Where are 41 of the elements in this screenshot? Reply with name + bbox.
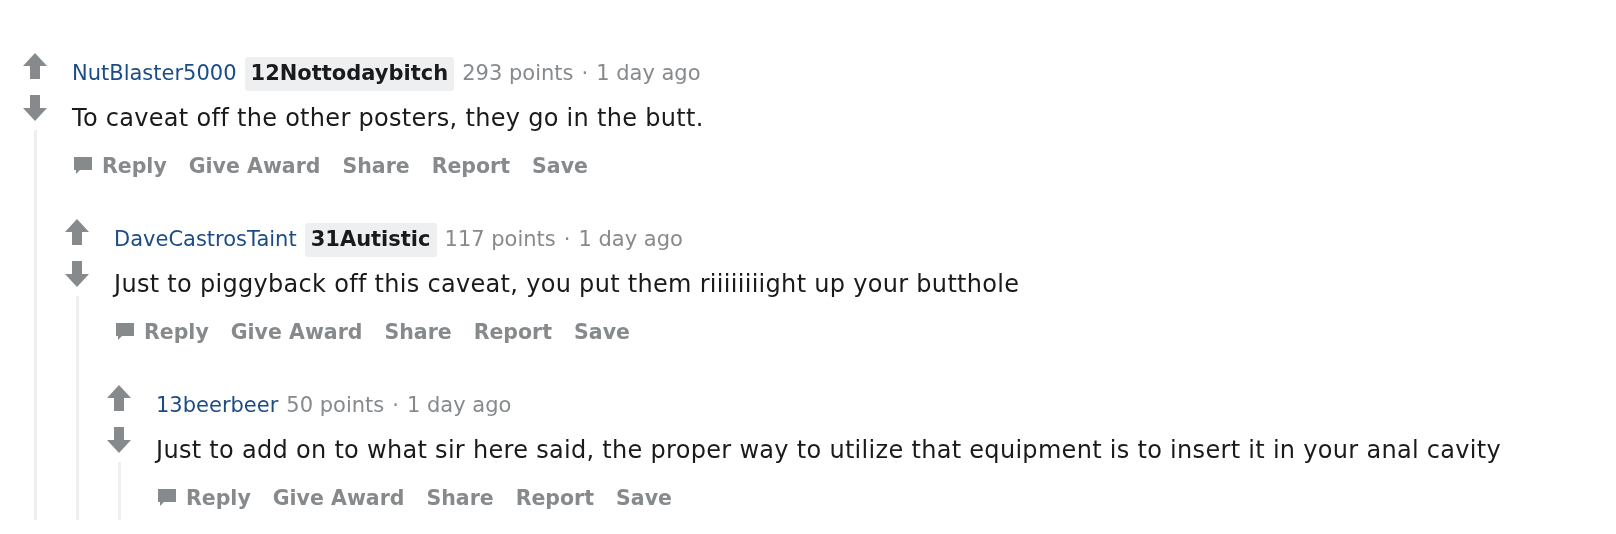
upvote-icon[interactable] xyxy=(22,52,48,80)
comment-icon xyxy=(114,321,136,343)
action-button[interactable]: Save xyxy=(566,312,638,352)
downvote-icon[interactable] xyxy=(64,260,90,288)
points-text: 117 points xyxy=(444,226,556,254)
action-button[interactable]: Save xyxy=(608,478,680,518)
points-text: 293 points xyxy=(462,60,574,88)
username-link[interactable]: 13beerbeer xyxy=(156,390,279,422)
separator-dot: · xyxy=(563,226,571,254)
username-link[interactable]: DaveCastrosTaint xyxy=(114,224,297,256)
user-flair: 12Nottodaybitch xyxy=(244,57,455,91)
separator-dot: · xyxy=(581,60,589,88)
action-button[interactable]: Save xyxy=(524,146,596,186)
username-link[interactable]: NutBlaster5000 xyxy=(72,58,237,90)
timestamp: 1 day ago xyxy=(596,60,701,88)
comment-text: Just to piggyback off this caveat, you put them riiiiiiiight up your butthole xyxy=(114,269,1021,300)
action-button[interactable]: Report xyxy=(423,146,519,186)
action-button[interactable]: Give Award xyxy=(222,312,371,352)
action-button[interactable]: Report xyxy=(507,478,603,518)
points-text: 50 points xyxy=(286,392,385,420)
action-button[interactable]: Share xyxy=(376,312,460,352)
downvote-icon[interactable] xyxy=(106,426,132,454)
upvote-icon[interactable] xyxy=(106,384,132,412)
action-button[interactable]: Reply xyxy=(148,478,259,518)
comment-text: Just to add on to what sir here said, the proper way to utilize that equipment is to insert it in your anal cavity xyxy=(156,435,1502,466)
action-button[interactable]: Report xyxy=(465,312,561,352)
timestamp: 1 day ago xyxy=(406,392,512,420)
comment-icon xyxy=(72,155,94,177)
upvote-icon[interactable] xyxy=(64,218,90,246)
separator-dot: · xyxy=(392,392,399,420)
timestamp: 1 day ago xyxy=(578,226,683,254)
action-button[interactable]: Give Award xyxy=(180,146,329,186)
comment-text: To caveat off the other posters, they go in the butt. xyxy=(72,103,705,134)
downvote-icon[interactable] xyxy=(22,94,48,122)
action-button[interactable]: Share xyxy=(418,478,502,518)
user-flair: 31Autistic xyxy=(304,223,437,257)
comment-icon xyxy=(156,487,178,509)
action-button[interactable]: Give Award xyxy=(264,478,413,518)
action-button[interactable]: Share xyxy=(334,146,418,186)
action-button[interactable]: Reply xyxy=(106,312,217,352)
action-button[interactable]: Reply xyxy=(64,146,175,186)
